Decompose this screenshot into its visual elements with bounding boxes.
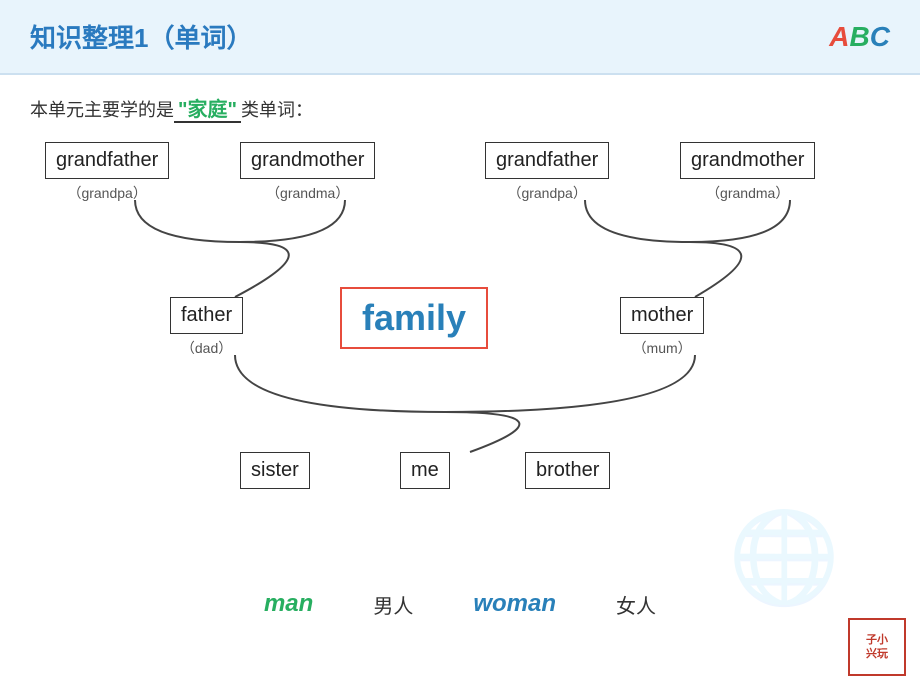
intro-suffix: 类单词：	[241, 100, 313, 120]
grandfather-right-word: grandfather	[496, 149, 598, 172]
family-box: family	[340, 287, 488, 349]
abc-b: B	[850, 21, 870, 52]
stamp: 子小 兴玩	[848, 618, 906, 676]
father-node: father （dad）	[170, 297, 243, 358]
abc-c: C	[870, 21, 890, 52]
grandmother-left-node: grandmother （grandma）	[240, 142, 375, 203]
grandfather-right-box: grandfather	[485, 142, 609, 179]
grandfather-left-node: grandfather （grandpa）	[45, 142, 169, 203]
intro-highlight: "家庭"	[174, 99, 241, 123]
woman-english: woman	[473, 590, 556, 619]
family-word: family	[362, 297, 466, 339]
woman-chinese: 女人	[616, 590, 656, 619]
grandfather-right-alt: （grandpa）	[507, 183, 586, 203]
brother-box: brother	[525, 452, 610, 489]
brother-word: brother	[536, 459, 599, 482]
brother-node: brother	[525, 452, 610, 489]
father-box: father	[170, 297, 243, 334]
father-alt: （dad）	[181, 338, 232, 358]
grandmother-left-box: grandmother	[240, 142, 375, 179]
grandmother-left-word: grandmother	[251, 149, 364, 172]
grandfather-left-alt: （grandpa）	[67, 183, 146, 203]
grandfather-left-box: grandfather	[45, 142, 169, 179]
page-title: 知识整理1（单词）	[30, 18, 252, 55]
mother-box: mother	[620, 297, 704, 334]
family-node: family	[340, 287, 488, 349]
grandfather-left-word: grandfather	[56, 149, 158, 172]
grandmother-right-node: grandmother （grandma）	[680, 142, 815, 203]
grandfather-right-node: grandfather （grandpa）	[485, 142, 609, 203]
grandmother-right-word: grandmother	[691, 149, 804, 172]
sister-box: sister	[240, 452, 310, 489]
man-english: man	[264, 590, 313, 619]
header: 知识整理1（单词） ABC	[0, 0, 920, 75]
abc-a: A	[829, 21, 849, 52]
stamp-line2: 兴玩	[866, 647, 888, 661]
mother-alt: （mum）	[633, 338, 692, 358]
grandmother-left-alt: （grandma）	[266, 183, 349, 203]
intro-prefix: 本单元主要学的是	[30, 100, 174, 120]
father-word: father	[181, 304, 232, 327]
me-box: me	[400, 452, 450, 489]
main-content: 本单元主要学的是"家庭"类单词： grandfather （grandpa）	[0, 75, 920, 629]
mother-node: mother （mum）	[620, 297, 704, 358]
intro-line: 本单元主要学的是"家庭"类单词：	[30, 93, 890, 122]
family-diagram: grandfather （grandpa） grandmother （grand…	[30, 142, 890, 572]
mother-word: mother	[631, 304, 693, 327]
grandmother-right-alt: （grandma）	[706, 183, 789, 203]
abc-logo: ABC	[829, 21, 890, 53]
stamp-line1: 子小	[866, 633, 888, 647]
man-chinese: 男人	[373, 590, 413, 619]
me-node: me	[400, 452, 450, 489]
sister-node: sister	[240, 452, 310, 489]
sister-word: sister	[251, 459, 299, 482]
vocab-row: man 男人 woman 女人	[30, 590, 890, 619]
grandmother-right-box: grandmother	[680, 142, 815, 179]
me-word: me	[411, 459, 439, 482]
connector-lines	[30, 142, 890, 572]
